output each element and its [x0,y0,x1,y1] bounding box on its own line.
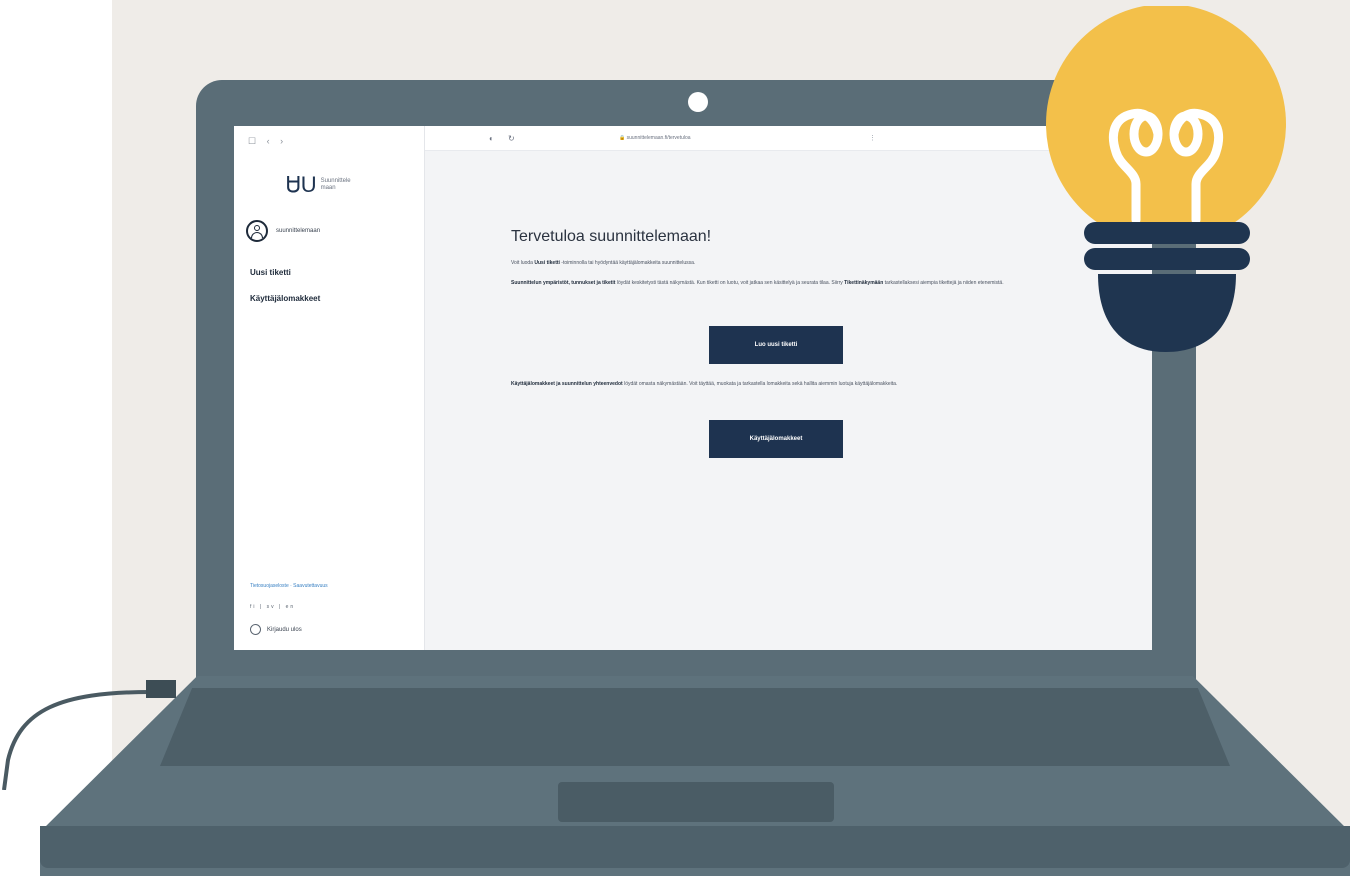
info-paragraph-1: Suunnittelun ympäristöt, tunnukset ja ti… [511,279,1041,287]
laptop-keyboard-area [160,688,1230,766]
footer-links[interactable]: Tietosuojaseloste · Saavutettavuus [250,582,328,591]
user-name: suunnittelemaan [276,228,321,234]
logout-button[interactable]: Kirjaudu ulos [250,624,302,635]
logo-mark-icon: ᏌU [286,172,317,197]
intro-text-bold: Uusi tiketti [534,260,560,266]
laptop-port [146,680,176,698]
laptop-trackpad [558,782,834,822]
user-profile[interactable]: suunnittelemaan [246,220,320,242]
intro-text-pre: Voit luoda [511,260,535,266]
browser-menu-icon[interactable]: ⋮ [869,134,876,142]
laptop-screen: ☐ ‹ › ᏌU Suunnittele maan suunnittelemaa… [234,126,1152,650]
laptop-camera [688,92,708,112]
para1-bold-2: Tikettinäkymään [844,280,884,286]
create-ticket-button[interactable]: Luo uusi tiketti [709,326,843,364]
para2-bold: Käyttäjälomakkeet ja suunnittelun yhteen… [511,381,623,387]
page-title: Tervetuloa suunnittelemaan! [511,228,712,245]
light-bulb-icon [1046,6,1286,352]
user-forms-button[interactable]: Käyttäjälomakkeet [709,420,843,458]
logout-icon [250,624,261,635]
logout-label: Kirjaudu ulos [267,626,302,633]
sidebar-item-new-ticket[interactable]: Uusi tiketti [250,268,291,277]
address-bar[interactable]: 🔒 suunnittelemaan.fi/tervetuloa [619,135,691,141]
intro-text: Voit luoda Uusi tiketti -toiminnolla tai… [511,260,1011,266]
para1-text-2: tarkastellaksesi aiempia tikettejä ja ni… [883,280,1004,286]
intro-text-post: -toiminnolla tai hyödyntää käyttäjälomak… [559,260,696,266]
sidebar-item-user-forms[interactable]: Käyttäjälomakkeet [250,294,320,303]
language-switcher[interactable]: fi | sv | en [250,604,295,610]
para1-text: löydät keskitetysti tästä näkymästä. Kun… [615,280,845,286]
info-paragraph-2: Käyttäjälomakkeet ja suunnittelun yhteen… [511,380,1041,388]
browser-nav-icons[interactable]: ◐ ↻ [489,134,521,143]
sidebar: ☐ ‹ › ᏌU Suunnittele maan suunnittelemaa… [234,126,425,650]
para1-bold: Suunnittelun ympäristöt, tunnukset ja ti… [511,280,616,286]
app-logo[interactable]: ᏌU Suunnittele maan [286,174,357,196]
para2-text: löydät omasta näkymästään. Voit täyttää,… [622,381,898,387]
user-avatar-icon [246,220,268,242]
browser-tab-icons[interactable]: ☐ ‹ › [248,136,287,147]
logo-text: Suunnittele maan [320,178,351,191]
laptop-base-edge [40,826,1350,868]
